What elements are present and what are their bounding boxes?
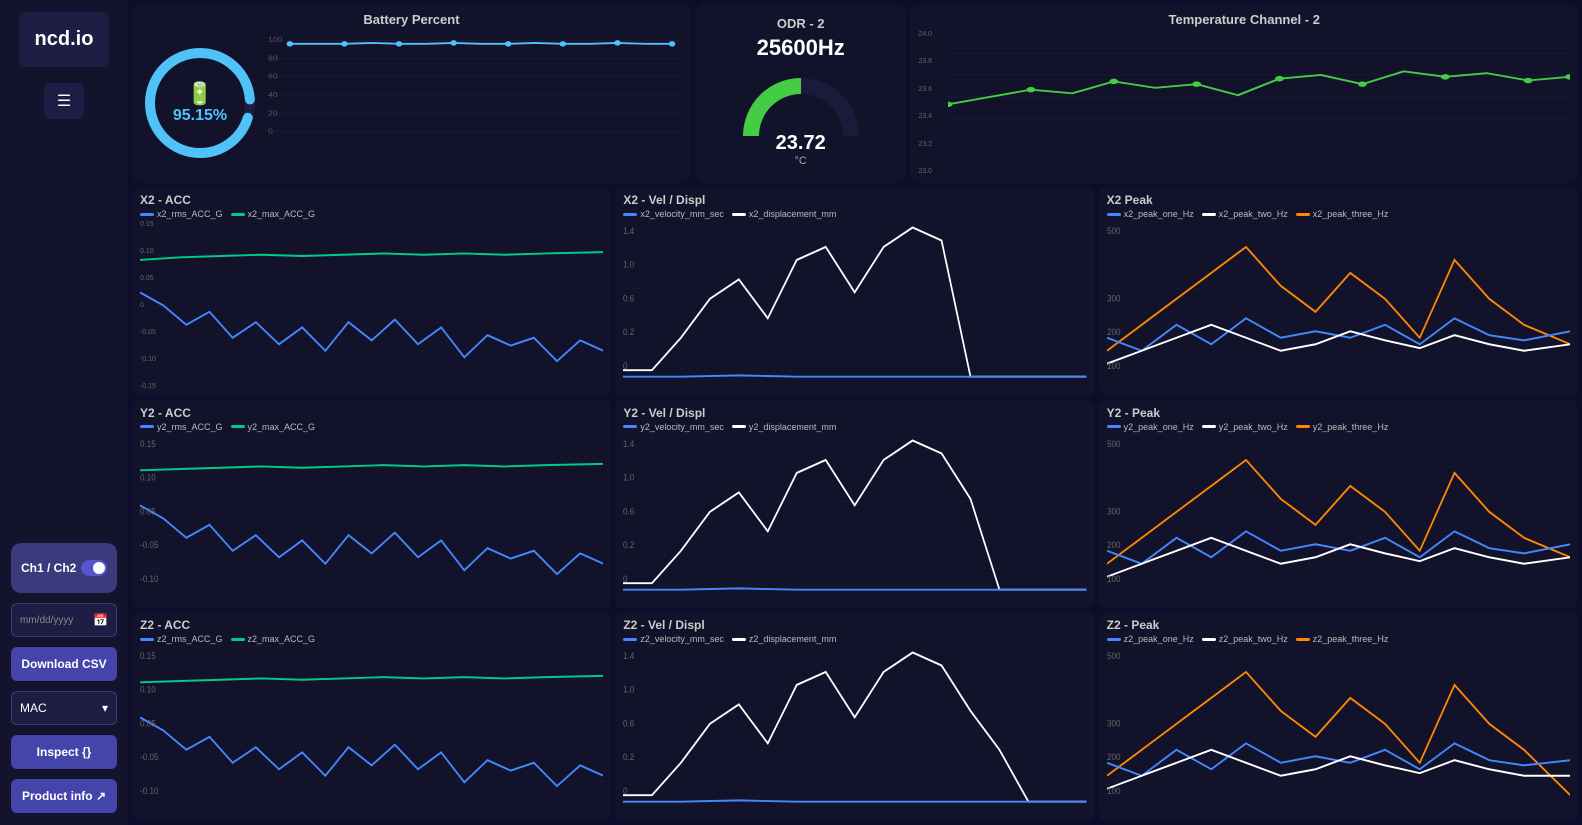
y2-peak-panel: Y2 - Peak y2_peak_one_Hz y2_peak_two_Hz … bbox=[1099, 400, 1578, 609]
logo: ncd.io bbox=[19, 12, 109, 67]
x2-vel-title: X2 - Vel / Displ bbox=[623, 193, 1086, 207]
inspect-button[interactable]: Inspect {} bbox=[11, 735, 117, 769]
svg-text:0.6: 0.6 bbox=[623, 293, 634, 304]
x2-acc-legend: x2_rms_ACC_G x2_max_ACC_G bbox=[140, 209, 603, 219]
svg-text:0.6: 0.6 bbox=[623, 506, 634, 517]
svg-text:0: 0 bbox=[268, 127, 273, 135]
svg-text:500: 500 bbox=[1107, 438, 1121, 449]
svg-text:100: 100 bbox=[1107, 786, 1121, 797]
z2-acc-panel: Z2 - ACC z2_rms_ACC_G z2_max_ACC_G 0.15 … bbox=[132, 612, 611, 821]
svg-text:0.15: 0.15 bbox=[140, 651, 156, 662]
svg-text:0.2: 0.2 bbox=[623, 327, 634, 338]
calendar-icon: 📅 bbox=[93, 613, 108, 627]
y2-peak-title: Y2 - Peak bbox=[1107, 406, 1570, 420]
mac-select[interactable]: MAC ▾ bbox=[11, 691, 117, 725]
temp-title: Temperature Channel - 2 bbox=[918, 12, 1570, 27]
svg-text:-0.05: -0.05 bbox=[140, 539, 159, 550]
svg-text:200: 200 bbox=[1107, 327, 1121, 338]
z2-peak-panel: Z2 - Peak z2_peak_one_Hz z2_peak_two_Hz … bbox=[1099, 612, 1578, 821]
x2-acc-panel: X2 - ACC x2_rms_ACC_G x2_max_ACC_G bbox=[132, 187, 611, 396]
svg-text:0.2: 0.2 bbox=[623, 539, 634, 550]
odr-panel: ODR - 2 25600Hz 23.72 °C bbox=[695, 4, 906, 183]
svg-text:1.4: 1.4 bbox=[623, 226, 634, 237]
svg-text:20: 20 bbox=[268, 109, 278, 117]
odr-freq: 25600Hz bbox=[757, 35, 845, 61]
battery-panel: Battery Percent 🔋 95.15% bbox=[132, 4, 691, 183]
sidebar: ncd.io ☰ Ch1 / Ch2 mm/dd/yyyy 📅 Download… bbox=[0, 0, 128, 825]
z2-acc-legend: z2_rms_ACC_G z2_max_ACC_G bbox=[140, 634, 603, 644]
y2-acc-legend: y2_rms_ACC_G y2_max_ACC_G bbox=[140, 422, 603, 432]
main-content: Battery Percent 🔋 95.15% bbox=[128, 0, 1582, 825]
charts-grid: X2 - ACC x2_rms_ACC_G x2_max_ACC_G bbox=[128, 185, 1582, 825]
svg-text:40: 40 bbox=[268, 91, 278, 99]
svg-text:0.10: 0.10 bbox=[140, 472, 156, 483]
date-input[interactable]: mm/dd/yyyy 📅 bbox=[11, 603, 117, 637]
svg-text:-0.10: -0.10 bbox=[140, 786, 159, 797]
svg-text:0: 0 bbox=[623, 360, 628, 371]
y2-vel-panel: Y2 - Vel / Displ y2_velocity_mm_sec y2_d… bbox=[615, 400, 1094, 609]
svg-text:80: 80 bbox=[268, 54, 278, 62]
svg-text:100: 100 bbox=[1107, 360, 1121, 371]
svg-text:0.2: 0.2 bbox=[623, 752, 634, 763]
svg-text:0.15: 0.15 bbox=[140, 438, 156, 449]
svg-text:60: 60 bbox=[268, 72, 278, 80]
svg-text:300: 300 bbox=[1107, 718, 1121, 729]
svg-text:-0.05: -0.05 bbox=[140, 752, 159, 763]
z2-peak-title: Z2 - Peak bbox=[1107, 618, 1570, 632]
odr-gauge: 23.72 °C bbox=[736, 61, 866, 171]
z2-vel-title: Z2 - Vel / Displ bbox=[623, 618, 1086, 632]
y2-acc-panel: Y2 - ACC y2_rms_ACC_G y2_max_ACC_G 0.15 … bbox=[132, 400, 611, 609]
hamburger-button[interactable]: ☰ bbox=[44, 83, 84, 119]
svg-text:500: 500 bbox=[1107, 651, 1121, 662]
z2-vel-panel: Z2 - Vel / Displ z2_velocity_mm_sec z2_d… bbox=[615, 612, 1094, 821]
x2-vel-legend: x2_velocity_mm_sec x2_displacement_mm bbox=[623, 209, 1086, 219]
svg-text:300: 300 bbox=[1107, 506, 1121, 517]
x2-vel-panel: X2 - Vel / Displ x2_velocity_mm_sec x2_d… bbox=[615, 187, 1094, 396]
svg-text:1.0: 1.0 bbox=[623, 685, 634, 696]
battery-icon: 🔋 bbox=[173, 81, 227, 107]
download-csv-button[interactable]: Download CSV bbox=[11, 647, 117, 681]
svg-text:300: 300 bbox=[1107, 293, 1121, 304]
svg-text:1.4: 1.4 bbox=[623, 438, 634, 449]
svg-text:1.0: 1.0 bbox=[623, 472, 634, 483]
battery-chart: 100 80 60 40 20 0 bbox=[268, 31, 683, 175]
z2-vel-legend: z2_velocity_mm_sec z2_displacement_mm bbox=[623, 634, 1086, 644]
temperature-panel: Temperature Channel - 2 24.023.823.623.4… bbox=[910, 4, 1578, 183]
svg-text:0.05: 0.05 bbox=[140, 718, 156, 729]
svg-text:200: 200 bbox=[1107, 539, 1121, 550]
svg-text:0.10: 0.10 bbox=[140, 685, 156, 696]
toggle-dot bbox=[81, 560, 107, 576]
svg-text:0.6: 0.6 bbox=[623, 718, 634, 729]
y2-peak-legend: y2_peak_one_Hz y2_peak_two_Hz y2_peak_th… bbox=[1107, 422, 1570, 432]
x2-peak-legend: x2_peak_one_Hz x2_peak_two_Hz x2_peak_th… bbox=[1107, 209, 1570, 219]
svg-text:100: 100 bbox=[268, 36, 283, 44]
odr-temp-unit: °C bbox=[776, 155, 826, 167]
odr-temp-value: 23.72 bbox=[776, 132, 826, 155]
top-row: Battery Percent 🔋 95.15% bbox=[128, 0, 1582, 185]
svg-text:0: 0 bbox=[623, 573, 628, 584]
svg-text:-0.10: -0.10 bbox=[140, 573, 159, 584]
x2-acc-title: X2 - ACC bbox=[140, 193, 603, 207]
chevron-down-icon: ▾ bbox=[102, 701, 108, 715]
svg-text:100: 100 bbox=[1107, 573, 1121, 584]
y2-vel-title: Y2 - Vel / Displ bbox=[623, 406, 1086, 420]
z2-acc-title: Z2 - ACC bbox=[140, 618, 603, 632]
odr-title: ODR - 2 bbox=[777, 16, 825, 31]
svg-text:1.0: 1.0 bbox=[623, 259, 634, 270]
svg-text:500: 500 bbox=[1107, 226, 1121, 237]
y2-vel-legend: y2_velocity_mm_sec y2_displacement_mm bbox=[623, 422, 1086, 432]
channel-toggle[interactable]: Ch1 / Ch2 bbox=[11, 543, 117, 593]
x2-peak-title: X2 Peak bbox=[1107, 193, 1570, 207]
y2-acc-title: Y2 - ACC bbox=[140, 406, 603, 420]
svg-text:0.05: 0.05 bbox=[140, 506, 156, 517]
svg-text:0: 0 bbox=[623, 786, 628, 797]
battery-title: Battery Percent bbox=[140, 12, 683, 27]
svg-text:1.4: 1.4 bbox=[623, 651, 634, 662]
x2-peak-panel: X2 Peak x2_peak_one_Hz x2_peak_two_Hz x2… bbox=[1099, 187, 1578, 396]
z2-peak-legend: z2_peak_one_Hz z2_peak_two_Hz z2_peak_th… bbox=[1107, 634, 1570, 644]
svg-text:200: 200 bbox=[1107, 752, 1121, 763]
battery-gauge: 🔋 95.15% bbox=[140, 43, 260, 163]
battery-value: 95.15% bbox=[173, 107, 227, 125]
product-info-button[interactable]: Product info ↗ bbox=[11, 779, 117, 813]
